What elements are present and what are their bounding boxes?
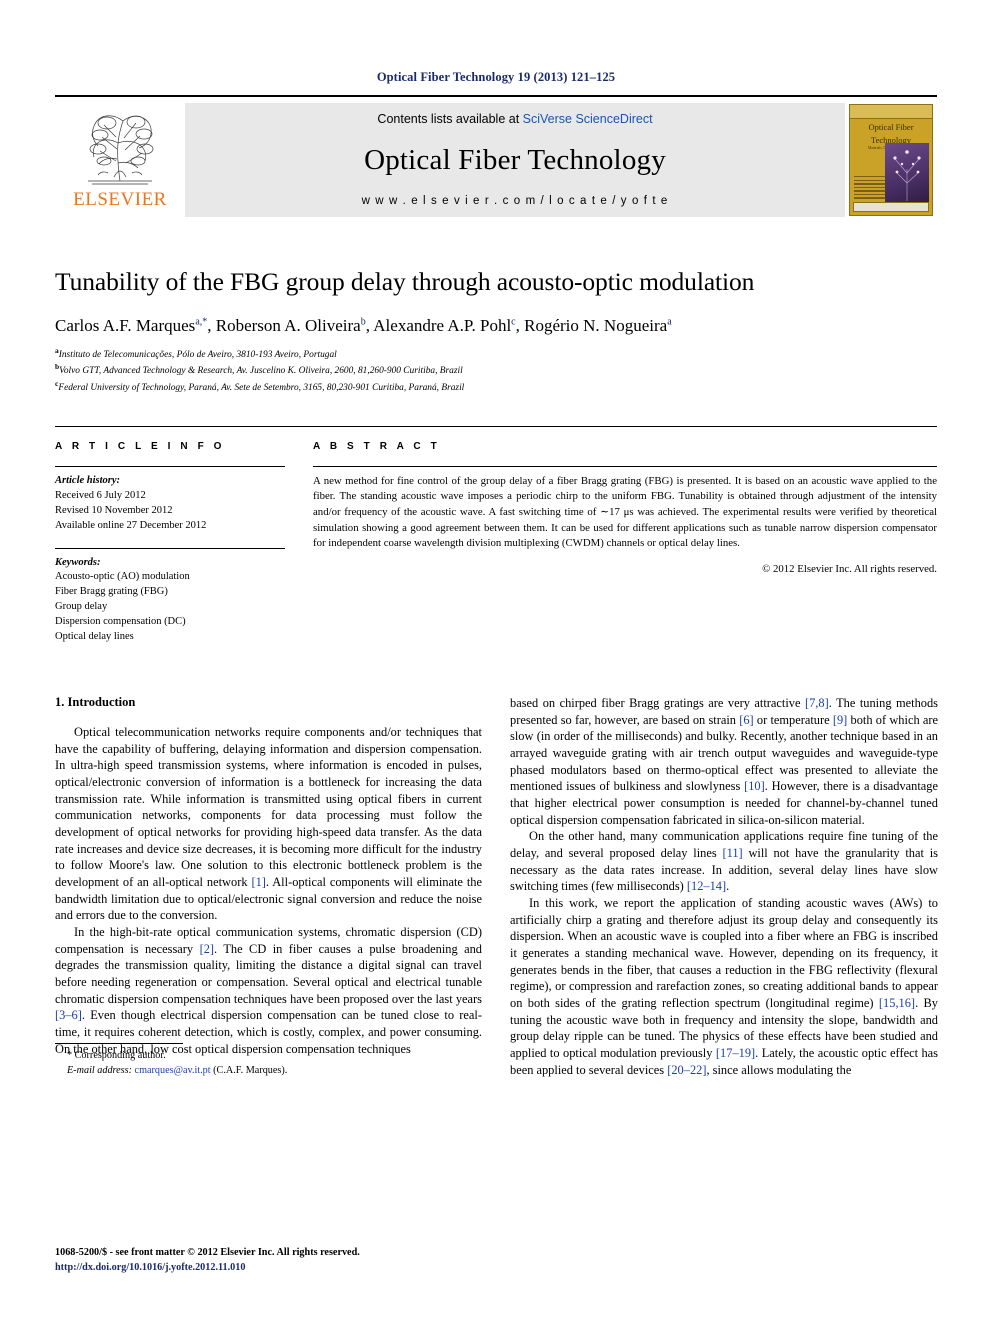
body-paragraph: On the other hand, many communication ap… bbox=[510, 829, 938, 894]
cover-bottom-bar bbox=[853, 202, 929, 212]
citation-reference[interactable]: [3–6] bbox=[55, 1008, 82, 1022]
journal-masthead: ELSEVIER Contents lists available at Sci… bbox=[55, 95, 937, 223]
article-info-heading: A R T I C L E I N F O bbox=[55, 440, 226, 452]
body-paragraph: based on chirped fiber Bragg gratings ar… bbox=[510, 696, 938, 827]
journal-article-page: Optical Fiber Technology 19 (2013) 121–1… bbox=[0, 0, 992, 1323]
affiliation-item: bVolvo GTT, Advanced Technology & Resear… bbox=[55, 362, 937, 379]
article-history-label: Article history: bbox=[55, 474, 121, 486]
body-column-left: 1. Introduction Optical telecommunicatio… bbox=[55, 695, 482, 1078]
author-list: Carlos A.F. Marquesa,*, Roberson A. Oliv… bbox=[55, 315, 672, 335]
elsevier-wordmark: ELSEVIER bbox=[73, 189, 167, 210]
running-head: Optical Fiber Technology 19 (2013) 121–1… bbox=[376, 70, 616, 84]
email-owner: (C.A.F. Marques). bbox=[210, 1064, 288, 1076]
citation-reference[interactable]: [2] bbox=[200, 942, 214, 956]
footnote-divider bbox=[55, 1043, 183, 1045]
page-footer: 1068-5200/$ - see front matter © 2012 El… bbox=[55, 1246, 482, 1275]
elsevier-tree-icon bbox=[88, 115, 154, 185]
email-address-link[interactable]: cmarques@av.it.pt bbox=[135, 1065, 211, 1076]
citation-reference[interactable]: [20–22] bbox=[667, 1063, 706, 1077]
body-column-right: based on chirped fiber Bragg gratings ar… bbox=[510, 695, 938, 1078]
history-item: Received 6 July 2012 bbox=[55, 489, 146, 501]
corresponding-author-footnote: * Corresponding author. E-mail address: … bbox=[55, 1043, 482, 1078]
keywords-block: Keywords: Acousto-optic (AO) modulation … bbox=[55, 556, 285, 645]
divider bbox=[313, 465, 937, 467]
journal-title: Optical Fiber Technology bbox=[364, 144, 666, 176]
article-info-column: A R T I C L E I N F O Article history: R… bbox=[55, 441, 313, 659]
keyword-item: Optical delay lines bbox=[55, 631, 134, 643]
citation-reference[interactable]: [11] bbox=[722, 846, 742, 860]
article-title: Tunability of the FBG group delay throug… bbox=[55, 267, 755, 296]
journal-homepage-url[interactable]: w w w . e l s e v i e r . c o m / l o c … bbox=[362, 195, 669, 207]
cover-text-lines bbox=[854, 175, 886, 201]
citation-reference[interactable]: [9] bbox=[833, 713, 847, 727]
author-name: Rogério N. Nogueira bbox=[524, 315, 668, 335]
author-name: Roberson A. Oliveira bbox=[215, 315, 361, 335]
contents-available-line: Contents lists available at SciVerse Sci… bbox=[377, 112, 652, 126]
citation-reference[interactable]: [1] bbox=[251, 875, 265, 889]
affiliation-text: Instituto de Telecomunicações, Pólo de A… bbox=[58, 349, 337, 360]
masthead-center-banner: Contents lists available at SciVerse Sci… bbox=[185, 103, 845, 217]
divider bbox=[55, 465, 285, 467]
abstract-heading: A B S T R A C T bbox=[313, 440, 441, 452]
abstract-text: A new method for fine control of the gro… bbox=[313, 474, 937, 550]
affiliations: aInstituto de Telecomunicações, Pólo de … bbox=[55, 346, 937, 396]
section-title-introduction: 1. Introduction bbox=[55, 695, 136, 709]
abstract-copyright: © 2012 Elsevier Inc. All rights reserved… bbox=[762, 562, 937, 575]
cover-tree-art-icon bbox=[893, 150, 921, 201]
corresponding-author-line: * Corresponding author. bbox=[67, 1050, 166, 1062]
citation-reference[interactable]: [6] bbox=[739, 713, 753, 727]
body-columns: 1. Introduction Optical telecommunicatio… bbox=[55, 695, 938, 1078]
cover-image: Optical Fiber Technology Materials, Devi… bbox=[849, 104, 933, 216]
doi-link[interactable]: http://dx.doi.org/10.1016/j.yofte.2012.1… bbox=[55, 1261, 482, 1275]
author-affiliation-mark: a bbox=[667, 315, 672, 327]
keyword-item: Group delay bbox=[55, 601, 108, 613]
keyword-item: Acousto-optic (AO) modulation bbox=[55, 571, 190, 583]
cover-artwork bbox=[885, 143, 929, 203]
citation-reference[interactable]: [12–14] bbox=[687, 879, 726, 893]
body-paragraph: In this work, we report the application … bbox=[510, 896, 938, 1077]
body-paragraph: In the high-bit-rate optical communicati… bbox=[55, 925, 482, 1056]
cover-title-line-1: Optical Fiber bbox=[868, 122, 914, 132]
article-history-block: Article history: Received 6 July 2012 Re… bbox=[55, 474, 285, 534]
citation-reference[interactable]: [15,16] bbox=[879, 996, 915, 1010]
contents-prefix: Contents lists available at bbox=[377, 112, 523, 126]
affiliation-text: Federal University of Technology, Paraná… bbox=[58, 383, 465, 394]
author-affiliation-mark: c bbox=[511, 315, 516, 327]
author-name: Carlos A.F. Marques bbox=[55, 315, 196, 335]
author-affiliation-mark: a,* bbox=[195, 315, 208, 327]
email-label: E-mail address: bbox=[67, 1064, 132, 1076]
divider bbox=[55, 547, 285, 549]
elsevier-logo: ELSEVIER bbox=[55, 97, 185, 223]
author-name: Alexandre A.P. Pohl bbox=[373, 315, 512, 335]
body-paragraph: Optical telecommunication networks requi… bbox=[55, 725, 482, 923]
history-item: Available online 27 December 2012 bbox=[55, 519, 207, 531]
email-line: E-mail address: cmarques@av.it.pt (C.A.F… bbox=[67, 1064, 482, 1078]
citation-reference[interactable]: [10] bbox=[744, 779, 765, 793]
author-affiliation-mark: b bbox=[360, 315, 366, 327]
info-abstract-band: A R T I C L E I N F O Article history: R… bbox=[55, 425, 937, 659]
cover-top-bar bbox=[850, 105, 932, 119]
keywords-label: Keywords: bbox=[55, 556, 101, 568]
affiliation-item: aInstituto de Telecomunicações, Pólo de … bbox=[55, 346, 937, 363]
citation-reference[interactable]: [7,8] bbox=[805, 696, 829, 710]
keyword-item: Fiber Bragg grating (FBG) bbox=[55, 586, 168, 598]
sciencedirect-link[interactable]: SciVerse ScienceDirect bbox=[523, 112, 653, 126]
citation-reference[interactable]: [17–19] bbox=[716, 1046, 755, 1060]
keyword-item: Dispersion compensation (DC) bbox=[55, 616, 186, 628]
journal-cover-thumbnail: Optical Fiber Technology Materials, Devi… bbox=[845, 97, 937, 223]
affiliation-text: Volvo GTT, Advanced Technology & Researc… bbox=[59, 366, 463, 377]
abstract-column: A B S T R A C T A new method for fine co… bbox=[313, 441, 937, 659]
affiliation-item: cFederal University of Technology, Paran… bbox=[55, 379, 937, 396]
history-item: Revised 10 November 2012 bbox=[55, 504, 173, 516]
issn-copyright-line: 1068-5200/$ - see front matter © 2012 El… bbox=[55, 1247, 360, 1259]
